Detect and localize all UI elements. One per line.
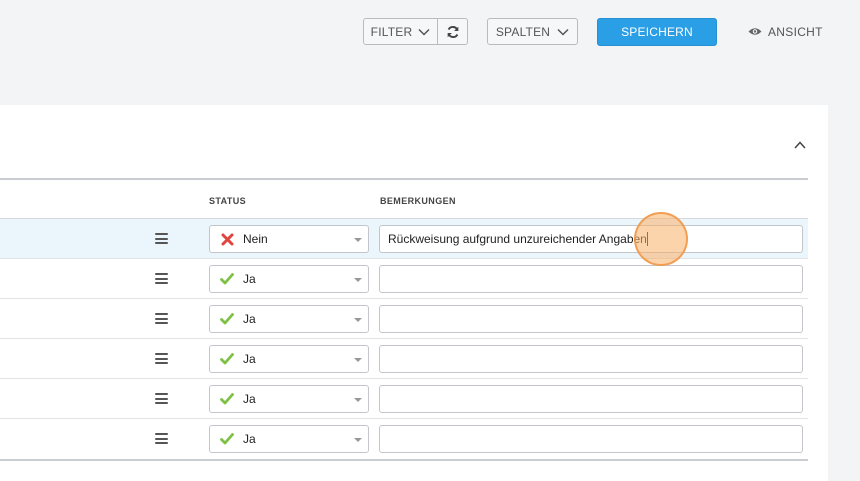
chevron-down-icon (418, 28, 430, 36)
drag-handle-icon[interactable] (155, 433, 168, 444)
caret-down-icon (354, 238, 362, 242)
chevron-up-icon[interactable] (793, 138, 807, 152)
remarks-value: Rückweisung aufgrund unzureichender Anga… (388, 232, 647, 246)
click-indicator (634, 212, 688, 266)
cross-icon (220, 232, 234, 246)
caret-down-icon (354, 438, 362, 442)
status-value: Ja (243, 432, 256, 446)
drag-handle-icon[interactable] (155, 233, 168, 244)
filter-label: FILTER (370, 24, 413, 39)
drag-handle-icon[interactable] (155, 313, 168, 324)
status-value: Ja (243, 272, 256, 286)
status-select[interactable]: Nein (209, 225, 369, 253)
refresh-button[interactable] (438, 18, 468, 45)
caret-down-icon (354, 278, 362, 282)
remarks-input[interactable] (379, 425, 803, 453)
column-header-remarks[interactable]: BEMERKUNGEN (380, 196, 456, 206)
table-row: Ja (0, 419, 808, 459)
view-button[interactable]: ANSICHT (748, 18, 823, 45)
table-row: Ja (0, 259, 808, 299)
view-label: ANSICHT (768, 24, 823, 39)
table-row: Ja (0, 339, 808, 379)
remarks-input[interactable] (379, 305, 803, 333)
column-header-status[interactable]: STATUS (209, 196, 246, 206)
columns-label: SPALTEN (495, 24, 551, 39)
check-icon (220, 352, 234, 366)
eye-icon (748, 28, 762, 35)
status-value: Ja (243, 312, 256, 326)
table-top-border (0, 178, 808, 180)
caret-down-icon (354, 318, 362, 322)
drag-handle-icon[interactable] (155, 393, 168, 404)
refresh-icon (447, 25, 458, 38)
drag-handle-icon[interactable] (155, 273, 168, 284)
remarks-input[interactable] (379, 345, 803, 373)
status-value: Nein (243, 232, 268, 246)
toolbar: FILTER SPALTEN SPEICHERN ANSICHT (0, 0, 860, 105)
status-select[interactable]: Ja (209, 305, 369, 333)
save-button[interactable]: SPEICHERN (597, 18, 717, 46)
filter-button[interactable]: FILTER (363, 18, 438, 45)
status-select[interactable]: Ja (209, 345, 369, 373)
filter-button-group: FILTER (363, 18, 468, 45)
caret-down-icon (354, 398, 362, 402)
caret-down-icon (354, 358, 362, 362)
status-select[interactable]: Ja (209, 385, 369, 413)
save-label: SPEICHERN (621, 25, 693, 39)
table-bottom-border (0, 459, 808, 461)
chevron-down-icon (557, 28, 569, 36)
drag-handle-icon[interactable] (155, 353, 168, 364)
status-value: Ja (243, 392, 256, 406)
check-icon (220, 272, 234, 286)
columns-button[interactable]: SPALTEN (487, 18, 578, 45)
table-panel: STATUS BEMERKUNGEN Nein Rückweisung aufg… (0, 105, 828, 481)
status-select[interactable]: Ja (209, 425, 369, 453)
check-icon (220, 432, 234, 446)
remarks-input[interactable] (379, 385, 803, 413)
check-icon (220, 312, 234, 326)
check-icon (220, 392, 234, 406)
status-select[interactable]: Ja (209, 265, 369, 293)
table-row: Ja (0, 379, 808, 419)
table-row: Ja (0, 299, 808, 339)
remarks-input[interactable] (379, 265, 803, 293)
status-value: Ja (243, 352, 256, 366)
remarks-input[interactable]: Rückweisung aufgrund unzureichender Anga… (379, 225, 803, 253)
